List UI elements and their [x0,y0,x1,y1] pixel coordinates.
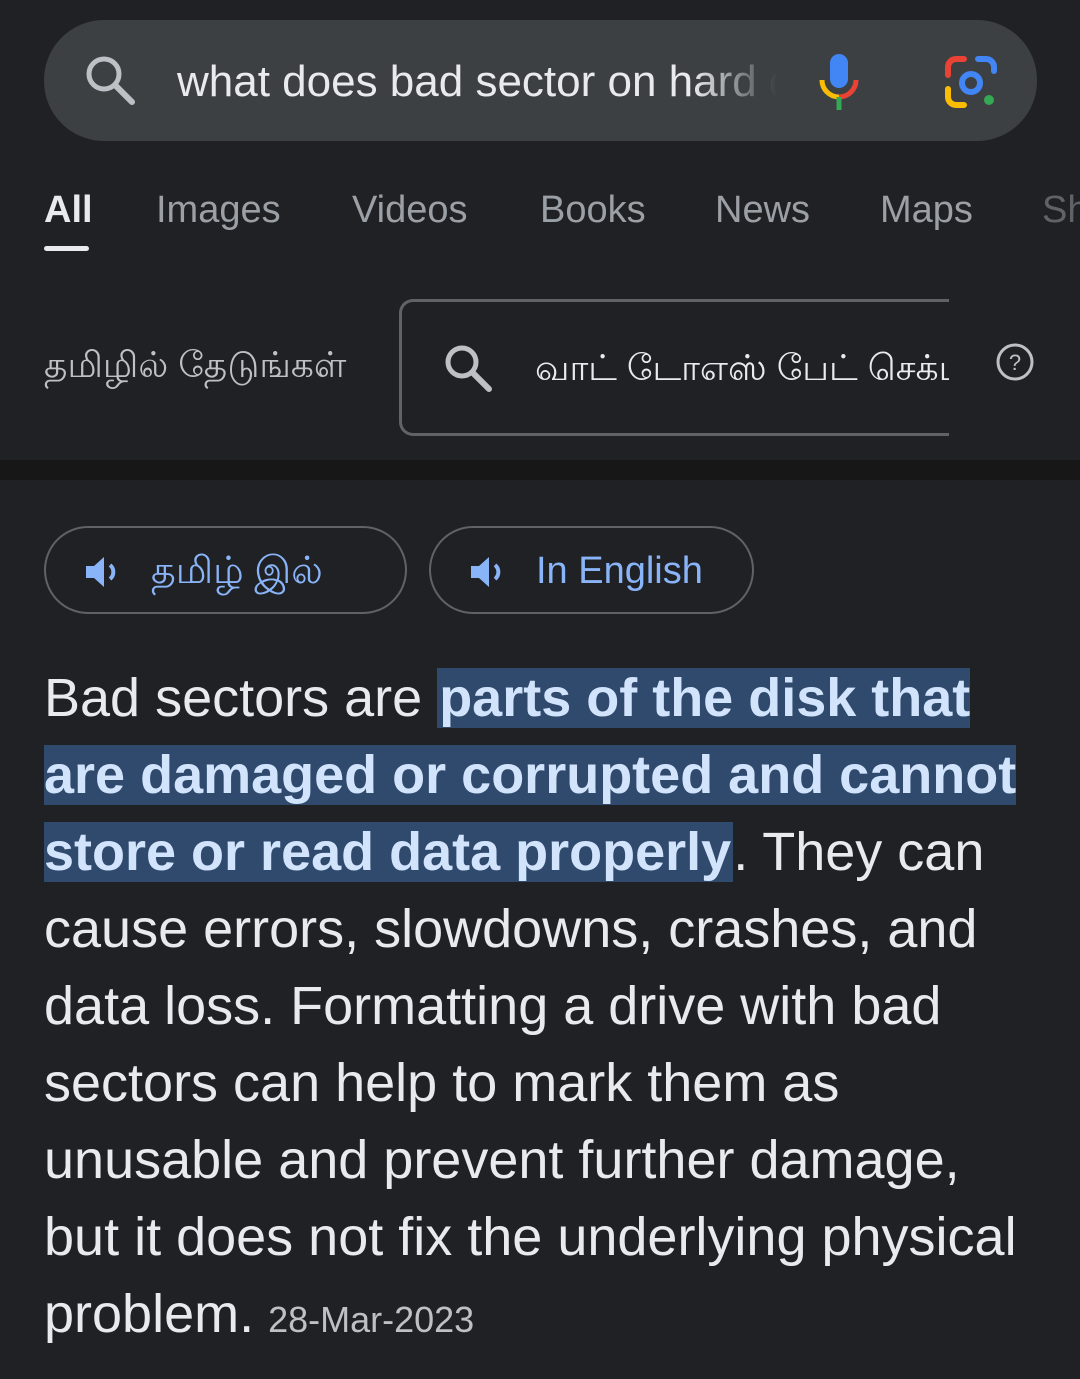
listen-english-button[interactable]: In English [429,526,754,614]
google-lens-icon[interactable] [944,55,998,109]
active-tab-indicator [44,246,89,251]
tab-maps[interactable]: Maps [880,186,973,234]
tab-news[interactable]: News [715,186,810,234]
speaker-icon [469,554,511,590]
listen-tamil-button[interactable]: தமிழ் இல் [44,526,407,614]
search-icon[interactable] [82,52,138,108]
search-icon [442,342,494,394]
tamil-search-query: வாட் டோஎஸ் பேட் செக்டர் [535,347,949,388]
tab-shopping[interactable]: Sh [1042,186,1080,234]
svg-text:?: ? [1009,350,1021,375]
tab-all[interactable]: All [44,186,93,234]
header: what does bad sector on hard drive mean … [0,0,1080,460]
tab-books[interactable]: Books [540,186,646,234]
search-tabs: All Images Videos Books News Maps Sh [0,180,1080,260]
answer-date: 28-Mar-2023 [268,1299,475,1340]
mic-icon[interactable] [816,52,862,112]
speaker-icon [84,554,126,590]
tab-images[interactable]: Images [156,186,281,234]
tab-videos[interactable]: Videos [352,186,468,234]
help-icon[interactable]: ? [995,342,1035,382]
search-input[interactable]: what does bad sector on hard drive mean [177,52,777,112]
section-divider [0,460,1080,480]
answer-text: Bad sectors are parts of the disk that a… [44,660,1034,1358]
answer-suffix: . They can cause errors, slowdowns, cras… [44,822,1017,1344]
listen-tamil-label: தமிழ் இல் [151,550,323,592]
tamil-search-suggestion[interactable]: வாட் டோஎஸ் பேட் செக்டர் [399,299,949,436]
answer-prefix: Bad sectors are [44,668,438,728]
tamil-search-label: தமிழில் தேடுங்கள் [44,344,347,385]
listen-english-label: In English [536,550,703,592]
